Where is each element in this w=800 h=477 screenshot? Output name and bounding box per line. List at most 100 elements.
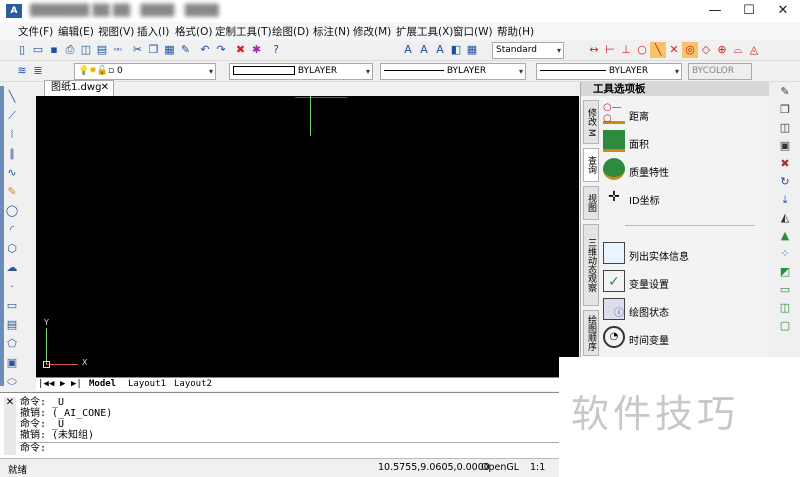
- plot-icon[interactable]: ▤: [94, 42, 110, 58]
- menu-format[interactable]: 格式(O): [175, 24, 212, 39]
- match-properties-icon[interactable]: ✎: [178, 42, 194, 58]
- snap-intersection-icon[interactable]: ✕: [666, 42, 682, 58]
- rectangle-icon[interactable]: ▭: [4, 298, 20, 314]
- command-close-icon[interactable]: ✕: [4, 397, 16, 455]
- layer-state-icon[interactable]: ≣: [30, 63, 46, 79]
- maximize-button[interactable]: ☐: [732, 0, 766, 22]
- point-icon[interactable]: ·: [4, 279, 20, 295]
- text-style-select[interactable]: Standard ▾: [492, 42, 564, 59]
- tab-model[interactable]: Model: [89, 379, 116, 389]
- layer-manager-icon[interactable]: ≋: [14, 63, 30, 79]
- cut-icon[interactable]: ✂: [130, 42, 146, 58]
- delete-icon[interactable]: ✖: [233, 42, 249, 58]
- palette-tab-3d-orbit[interactable]: 三维动态观察: [583, 224, 599, 306]
- revision-cloud-icon[interactable]: ☁: [4, 260, 20, 276]
- purge-icon[interactable]: ✱: [249, 42, 265, 58]
- print-icon[interactable]: ⎙: [62, 42, 78, 58]
- first-tab-button[interactable]: |◀: [38, 379, 49, 389]
- multiline-icon[interactable]: ∥: [4, 146, 20, 162]
- dimension-style-icon[interactable]: ◧: [448, 42, 464, 58]
- offset-icon[interactable]: ▣: [777, 138, 793, 154]
- table-style-icon[interactable]: ▦: [464, 42, 480, 58]
- command-input[interactable]: 命令:: [20, 442, 560, 454]
- annotation-scale[interactable]: 1:1: [530, 462, 545, 473]
- menu-dimension[interactable]: 标注(N): [313, 24, 350, 39]
- ray-icon[interactable]: ⟋: [4, 108, 20, 124]
- mirror-icon[interactable]: ◫: [777, 120, 793, 136]
- undo-icon[interactable]: ↶: [197, 42, 213, 58]
- next-tab-button[interactable]: ▶: [60, 379, 65, 389]
- last-tab-button[interactable]: ▶|: [71, 379, 82, 389]
- lineweight-select[interactable]: BYLAYER ▾: [536, 63, 682, 80]
- menu-help[interactable]: 帮助(H): [497, 24, 534, 39]
- close-tab-icon[interactable]: ✕: [101, 81, 109, 95]
- menu-draw[interactable]: 绘图(D): [272, 24, 309, 39]
- trim-icon[interactable]: ▲: [777, 228, 793, 244]
- circle-icon[interactable]: ◯: [4, 203, 20, 219]
- chamfer-icon[interactable]: ▢: [777, 318, 793, 334]
- menu-extend-tools[interactable]: 扩展工具(X): [396, 24, 453, 39]
- polyline-icon[interactable]: ⦚: [4, 127, 20, 143]
- snap-nearest-icon[interactable]: ╲: [650, 42, 666, 58]
- copy-object-icon[interactable]: ❐: [777, 102, 793, 118]
- rotate-icon[interactable]: ↻: [777, 174, 793, 190]
- linetype-select[interactable]: BYLAYER ▾: [380, 63, 526, 80]
- text-style-a3-icon[interactable]: A: [432, 42, 448, 58]
- block-icon[interactable]: ▣: [4, 355, 20, 371]
- open-folder-icon[interactable]: ▭: [30, 42, 46, 58]
- region-icon[interactable]: ⬠: [4, 336, 20, 352]
- copy-icon[interactable]: ❐: [146, 42, 162, 58]
- new-file-icon[interactable]: ▯: [14, 42, 30, 58]
- menu-view[interactable]: 视图(V): [98, 24, 134, 39]
- menu-edit[interactable]: 编辑(E): [58, 24, 94, 39]
- palette-tab-inquiry[interactable]: 查询: [583, 148, 599, 182]
- text-style-a-icon[interactable]: A: [400, 42, 416, 58]
- snap-center-icon[interactable]: ◎: [682, 42, 698, 58]
- close-button[interactable]: ✕: [766, 0, 800, 22]
- snap-perpendicular-icon[interactable]: ◬: [746, 42, 762, 58]
- hatch-icon[interactable]: ▤: [4, 317, 20, 333]
- scale-icon[interactable]: ⤓: [777, 192, 793, 208]
- tab-layout1[interactable]: Layout1: [128, 379, 166, 389]
- drawing-tab[interactable]: 图纸1.dwg ✕: [44, 80, 114, 96]
- snap-endpoint-icon[interactable]: ↔: [586, 42, 602, 58]
- menu-window[interactable]: 窗口(W): [453, 24, 493, 39]
- spline-icon[interactable]: ∿: [4, 165, 20, 181]
- snap-circle-icon[interactable]: ○: [634, 42, 650, 58]
- erase-icon[interactable]: ✎: [777, 84, 793, 100]
- line-icon[interactable]: ╲: [4, 89, 20, 105]
- layer-select[interactable]: 💡✹🔓▫ 0 ▾: [74, 63, 216, 80]
- snap-line-icon[interactable]: ⊢: [602, 42, 618, 58]
- help-icon[interactable]: ?: [268, 42, 284, 58]
- renderer-label[interactable]: OpenGL: [481, 462, 519, 473]
- delete-object-icon[interactable]: ✖: [777, 156, 793, 172]
- break-icon[interactable]: ▭: [777, 282, 793, 298]
- redo-icon[interactable]: ↷: [213, 42, 229, 58]
- print-preview-icon[interactable]: ◫: [78, 42, 94, 58]
- tab-layout2[interactable]: Layout2: [174, 379, 212, 389]
- palette-tab-modify[interactable]: 修改 M: [583, 100, 599, 144]
- snap-tangent-icon[interactable]: ⌓: [730, 42, 746, 58]
- arc-icon[interactable]: ◜: [4, 222, 20, 238]
- paste-icon[interactable]: ▦: [162, 42, 178, 58]
- pencil-icon[interactable]: ✎: [4, 184, 20, 200]
- save-icon[interactable]: ▪: [46, 42, 62, 58]
- snap-quadrant-icon[interactable]: ◇: [698, 42, 714, 58]
- menu-file[interactable]: 文件(F): [18, 24, 53, 39]
- extend-icon[interactable]: ◩: [777, 264, 793, 280]
- menu-custom-tools[interactable]: 定制工具(T): [215, 24, 272, 39]
- minimize-button[interactable]: —: [698, 0, 732, 22]
- join-icon[interactable]: ◫: [777, 300, 793, 316]
- menu-modify[interactable]: 修改(M): [353, 24, 391, 39]
- array-icon[interactable]: ⁘: [777, 246, 793, 262]
- color-select[interactable]: BYLAYER ▾: [229, 63, 373, 80]
- prev-tab-button[interactable]: ◀: [49, 379, 54, 389]
- palette-tab-view[interactable]: 视图: [583, 186, 599, 220]
- coordinate-readout[interactable]: 10.5755,9.0605,0.0000: [378, 462, 490, 473]
- text-style-a2-icon[interactable]: A: [416, 42, 432, 58]
- snap-insert-icon[interactable]: ⊕: [714, 42, 730, 58]
- spell-check-icon[interactable]: ᴬᴮᶜ: [110, 43, 126, 59]
- palette-tab-draw-order[interactable]: 绘图顺序: [583, 310, 599, 356]
- stretch-icon[interactable]: ◭: [777, 210, 793, 226]
- snap-midpoint-icon[interactable]: ⊥: [618, 42, 634, 58]
